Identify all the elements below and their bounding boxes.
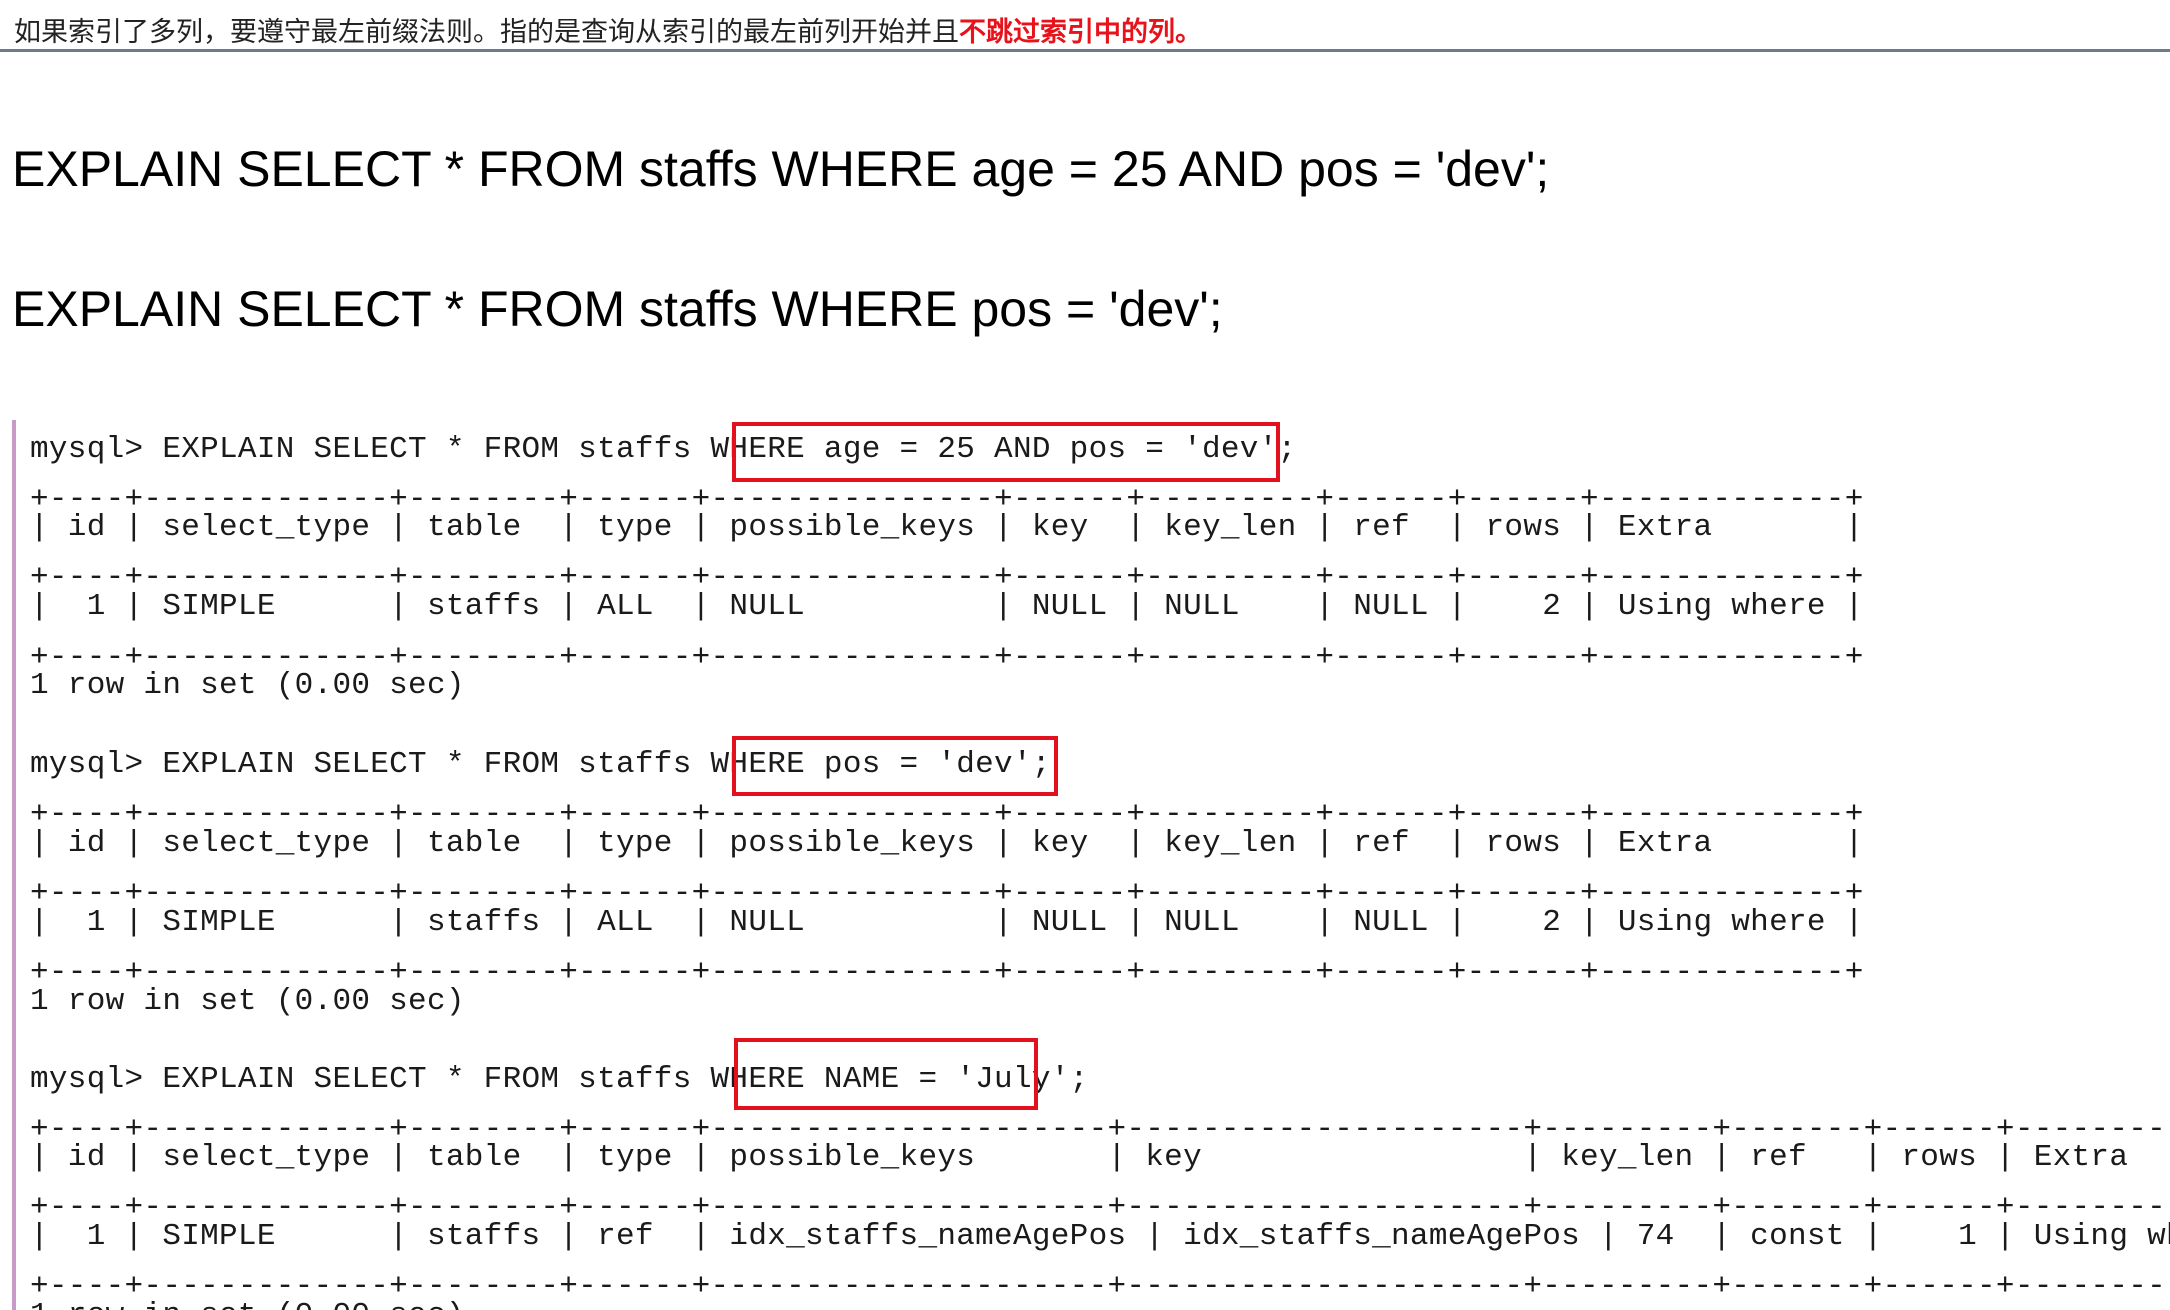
query-heading-2: EXPLAIN SELECT * FROM staffs WHERE pos =… [12, 281, 1223, 337]
highlight-box-where-pos [732, 736, 1058, 796]
console-line: | 1 | SIMPLE | staffs | ALL | NULL | NUL… [30, 905, 1864, 940]
highlight-box-where-age-pos [732, 422, 1280, 482]
console-line: | id | select_type | table | type | poss… [30, 1140, 2170, 1175]
console-line: | 1 | SIMPLE | staffs | ref | idx_staffs… [30, 1219, 2170, 1254]
mysql-console: mysql> EXPLAIN SELECT * FROM staffs WHER… [12, 420, 2170, 1310]
console-line: | id | select_type | table | type | poss… [30, 510, 1864, 545]
console-line: | id | select_type | table | type | poss… [30, 826, 1864, 861]
intro-note: 如果索引了多列，要遵守最左前缀法则。指的是查询从索引的最左前列开始并且不跳过索引… [0, 0, 2170, 52]
intro-emphasis: 不跳过索引中的列。 [959, 17, 1202, 48]
console-line: | 1 | SIMPLE | staffs | ALL | NULL | NUL… [30, 589, 1864, 624]
highlight-box-where-name [734, 1038, 1038, 1110]
console-line: 1 row in set (0.00 sec) [30, 1296, 465, 1310]
console-line: 1 row in set (0.00 sec) [30, 984, 465, 1019]
query-heading-1: EXPLAIN SELECT * FROM staffs WHERE age =… [12, 141, 1550, 197]
intro-text: 如果索引了多列，要遵守最左前缀法则。指的是查询从索引的最左前列开始并且 [14, 17, 959, 48]
console-line: 1 row in set (0.00 sec) [30, 668, 465, 703]
